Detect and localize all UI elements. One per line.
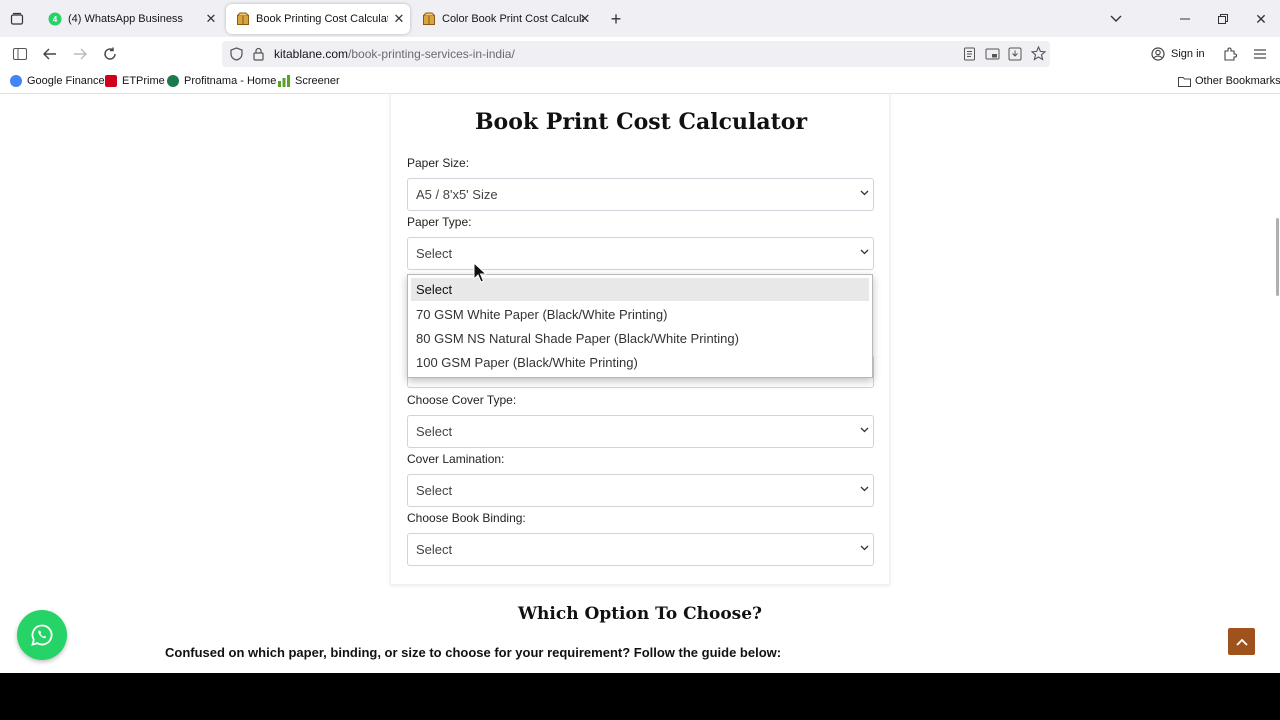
other-bookmarks-label: Other Bookmarks [1195,75,1280,87]
paper-size-select[interactable]: A5 / 8'x5' Size [407,178,874,211]
back-icon[interactable] [39,44,61,64]
sidebar-icon[interactable] [9,44,31,64]
dropdown-option[interactable]: 100 GSM Paper (Black/White Printing) [411,351,869,374]
url-text[interactable]: kitablane.com/book-printing-services-in-… [274,47,515,61]
tab-strip: 4 (4) WhatsApp Business ✕ Book Printing … [0,0,1280,37]
tab-overview-icon[interactable] [7,9,27,29]
folder-icon [1178,76,1191,87]
bookmark-profitnama[interactable]: Profitnama - Home [167,75,276,87]
other-bookmarks[interactable]: Other Bookmarks [1178,75,1280,87]
chevron-down-icon [860,542,869,554]
bookmark-label: Google Finance [27,75,105,87]
shield-icon[interactable] [230,47,243,66]
section-heading: Which Option To Choose? [517,604,763,624]
package-icon [237,12,249,25]
svg-text:4: 4 [53,15,58,24]
profitnama-icon [167,75,179,87]
whatsapp-icon [31,624,53,646]
screener-icon [278,75,290,87]
package-icon [423,12,435,25]
browser-window: 4 (4) WhatsApp Business ✕ Book Printing … [0,0,1280,673]
reload-icon[interactable] [99,44,121,64]
cover-lamination-select[interactable]: Select [407,474,874,507]
select-value: A5 / 8'x5' Size [416,187,498,202]
url-bar[interactable]: kitablane.com/book-printing-services-in-… [222,41,1050,67]
chevron-down-icon [860,187,869,199]
restore-icon[interactable] [1213,9,1233,29]
mouse-cursor-icon [473,261,488,289]
tab-label: Book Printing Cost Calculator [256,13,388,25]
dropdown-option[interactable]: 70 GSM White Paper (Black/White Printing… [411,303,869,326]
section-intro: Confused on which paper, binding, or siz… [165,645,782,660]
paper-type-dropdown: Select 70 GSM White Paper (Black/White P… [407,274,873,378]
book-binding-select[interactable]: Select [407,533,874,566]
sign-in-button[interactable]: Sign in [1151,42,1215,66]
url-path: /book-printing-services-in-india/ [348,47,515,61]
tab-label: (4) WhatsApp Business [68,13,183,25]
book-binding-label: Choose Book Binding: [407,511,526,525]
forward-icon[interactable] [69,44,91,64]
close-tab-icon[interactable]: ✕ [200,11,222,27]
paper-size-label: Paper Size: [407,156,470,170]
bookmark-label: ETPrime [122,75,165,87]
chevron-down-icon [860,246,869,258]
bookmarks-bar: Google Finance ETPrime Profitnama - Home… [0,71,1280,94]
scroll-to-top-button[interactable] [1228,628,1255,655]
cover-type-select[interactable]: Select [407,415,874,448]
tab-whatsapp[interactable]: 4 (4) WhatsApp Business ✕ [38,4,222,34]
minimize-icon[interactable] [1175,9,1195,29]
extensions-icon[interactable] [1219,44,1241,64]
select-value: Select [416,424,453,439]
google-finance-icon [10,75,22,87]
tab-color-book[interactable]: Color Book Print Cost Calculator ✕ [412,4,596,34]
bookmark-label: Screener [295,75,340,87]
chevron-up-icon [1235,638,1248,646]
lock-icon[interactable] [253,47,264,66]
cover-type-label: Choose Cover Type: [407,393,517,407]
tab-book-printing[interactable]: Book Printing Cost Calculator ✕ [226,4,410,34]
page-scrollbar[interactable] [1276,218,1279,296]
navigation-bar: kitablane.com/book-printing-services-in-… [0,37,1280,71]
bookmark-label: Profitnama - Home [184,75,277,87]
new-tab-icon[interactable]: + [606,9,626,29]
close-window-icon[interactable]: ✕ [1251,9,1271,29]
dropdown-option[interactable]: 80 GSM NS Natural Shade Paper (Black/Whi… [411,327,869,350]
chevron-down-icon [860,483,869,495]
close-tab-icon[interactable]: ✕ [574,11,596,27]
picture-in-picture-icon[interactable] [985,47,1000,66]
url-domain: kitablane.com [274,47,349,61]
close-tab-icon[interactable]: ✕ [388,11,410,27]
page-content: Book Print Cost Calculator Paper Size: A… [0,94,1280,673]
menu-icon[interactable] [1249,44,1271,64]
whatsapp-icon: 4 [48,12,62,26]
chevron-down-icon [860,424,869,436]
reader-view-icon[interactable] [963,47,976,66]
bookmark-star-icon[interactable] [1030,45,1047,66]
select-value: Select [416,483,453,498]
bookmark-etprime[interactable]: ETPrime [105,75,165,87]
paper-type-label: Paper Type: [407,215,472,229]
account-icon [1151,47,1165,61]
tab-list-chevron-icon[interactable] [1106,9,1126,29]
select-value: Select [416,542,453,557]
sign-in-label: Sign in [1171,48,1205,60]
bookmark-google-finance[interactable]: Google Finance [10,75,105,87]
select-value: Select [416,246,453,261]
calculator-title: Book Print Cost Calculator [474,109,808,135]
bookmark-screener[interactable]: Screener [278,75,340,87]
download-icon[interactable] [1008,47,1022,66]
tab-label: Color Book Print Cost Calculator [442,13,584,25]
etprime-icon [105,75,117,87]
whatsapp-chat-button[interactable] [17,610,67,660]
cover-lamination-label: Cover Lamination: [407,452,505,466]
